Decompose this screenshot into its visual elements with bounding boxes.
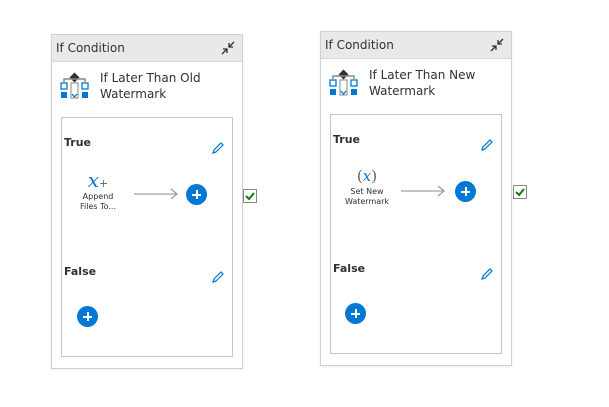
- if-condition-icon: [329, 69, 359, 99]
- checkbox[interactable]: [513, 185, 527, 199]
- append-variable-activity[interactable]: x+ Append Files To...: [74, 168, 122, 212]
- collapse-icon[interactable]: [489, 37, 505, 53]
- activity-name: If Later Than Old Watermark: [100, 71, 201, 101]
- false-branch: False: [330, 234, 502, 354]
- card-header: If Condition: [52, 35, 242, 62]
- activity-name: If Later Than New Watermark: [369, 68, 476, 98]
- add-activity-button[interactable]: [455, 181, 476, 202]
- edit-icon[interactable]: [479, 137, 495, 153]
- card-title: If Condition: [56, 41, 125, 55]
- checkmark-icon: [245, 192, 255, 201]
- activity-row[interactable]: If Later Than New Watermark: [321, 59, 511, 111]
- activity-row[interactable]: If Later Than Old Watermark: [52, 62, 242, 114]
- edit-icon[interactable]: [210, 269, 226, 285]
- true-branch: True (x) Set New Watermark: [330, 114, 502, 236]
- collapse-icon[interactable]: [220, 40, 236, 56]
- variable-x-plus-icon: x+: [87, 168, 109, 192]
- edit-icon[interactable]: [210, 140, 226, 156]
- false-branch-label: False: [333, 262, 366, 275]
- false-branch-label: False: [64, 265, 97, 278]
- inner-activity-name: Set New Watermark: [344, 187, 390, 206]
- inner-activity-name: Append Files To...: [79, 192, 116, 211]
- variable-x-parentheses-icon: (x): [356, 167, 378, 185]
- arrow-icon: [401, 185, 446, 197]
- card-title: If Condition: [325, 38, 394, 52]
- true-branch-label: True: [64, 136, 92, 149]
- checkbox[interactable]: [243, 189, 257, 203]
- add-activity-button[interactable]: [77, 306, 98, 327]
- if-condition-icon: [60, 72, 90, 102]
- add-activity-button[interactable]: [186, 184, 207, 205]
- checkmark-icon: [515, 188, 525, 197]
- if-condition-card-2[interactable]: If Condition If Later Than New Watermark: [320, 31, 512, 366]
- card-header: If Condition: [321, 32, 511, 59]
- false-branch: False: [61, 237, 233, 357]
- true-branch: True x+ Append Files To...: [61, 117, 233, 239]
- if-condition-card-1[interactable]: If Condition If Later Than Old Watermark: [51, 34, 243, 369]
- set-variable-activity[interactable]: (x) Set New Watermark: [339, 165, 395, 207]
- arrow-icon: [134, 188, 179, 200]
- add-activity-button[interactable]: [345, 303, 366, 324]
- edit-icon[interactable]: [479, 266, 495, 282]
- true-branch-label: True: [333, 133, 361, 146]
